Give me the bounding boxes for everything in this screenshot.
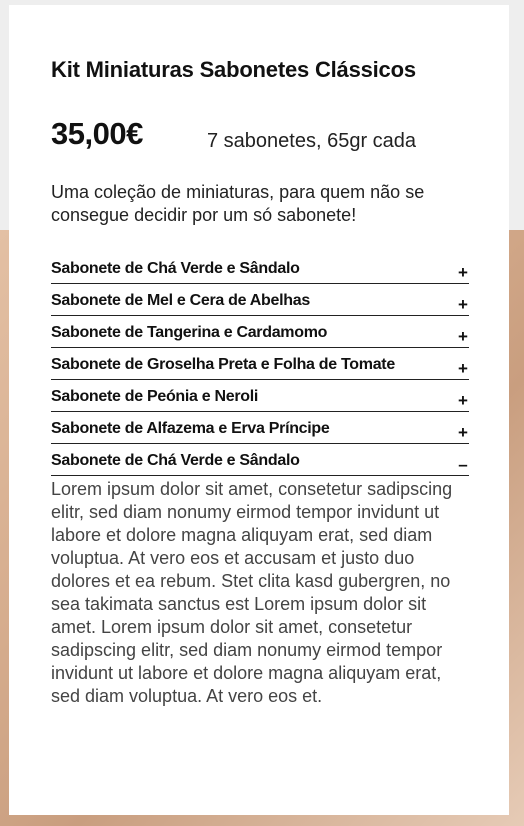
product-description: Uma coleção de miniaturas, para quem não…: [51, 182, 425, 225]
accordion-item-label: Sabonete de Groselha Preta e Folha de To…: [51, 355, 395, 373]
minus-icon[interactable]: –: [457, 447, 469, 475]
product-title: Kit Miniaturas Sabonetes Clássicos: [51, 57, 416, 82]
accordion-expanded-body: Lorem ipsum dolor sit amet, consetetur s…: [51, 479, 453, 706]
accordion-item-alfazema-erva[interactable]: Sabonete de Alfazema e Erva Príncipe +: [51, 412, 469, 444]
accordion-item-label: Sabonete de Chá Verde e Sândalo: [51, 259, 300, 277]
accordion-item-cha-verde-sandalo[interactable]: Sabonete de Chá Verde e Sândalo +: [51, 252, 469, 284]
plus-icon[interactable]: +: [457, 383, 469, 411]
accordion-item-label: Sabonete de Chá Verde e Sândalo: [51, 451, 300, 469]
product-size-info: 7 sabonetes, 65gr cada: [207, 130, 417, 152]
plus-icon[interactable]: +: [457, 415, 469, 443]
plus-icon[interactable]: +: [457, 351, 469, 379]
product-price: 35,00€: [51, 116, 143, 151]
accordion-item-label: Sabonete de Tangerina e Cardamomo: [51, 323, 328, 341]
product-card: Kit Miniaturas Sabonetes Clássicos 35,00…: [9, 5, 509, 815]
plus-icon[interactable]: +: [457, 287, 469, 315]
plus-icon[interactable]: +: [457, 319, 469, 347]
accordion-item-cha-verde-sandalo-expanded[interactable]: Sabonete de Chá Verde e Sândalo –: [51, 444, 469, 476]
accordion-item-mel-cera[interactable]: Sabonete de Mel e Cera de Abelhas +: [51, 284, 469, 316]
soap-accordion: Sabonete de Chá Verde e Sândalo + Sabone…: [51, 252, 469, 708]
accordion-item-label: Sabonete de Peónia e Neroli: [51, 387, 259, 405]
accordion-item-peonia-neroli[interactable]: Sabonete de Peónia e Neroli +: [51, 380, 469, 412]
accordion-item-groselha-tomate[interactable]: Sabonete de Groselha Preta e Folha de To…: [51, 348, 469, 380]
accordion-item-label: Sabonete de Alfazema e Erva Príncipe: [51, 419, 330, 437]
plus-icon[interactable]: +: [457, 255, 469, 283]
accordion-item-label: Sabonete de Mel e Cera de Abelhas: [51, 291, 310, 309]
accordion-item-tangerina-cardamomo[interactable]: Sabonete de Tangerina e Cardamomo +: [51, 316, 469, 348]
